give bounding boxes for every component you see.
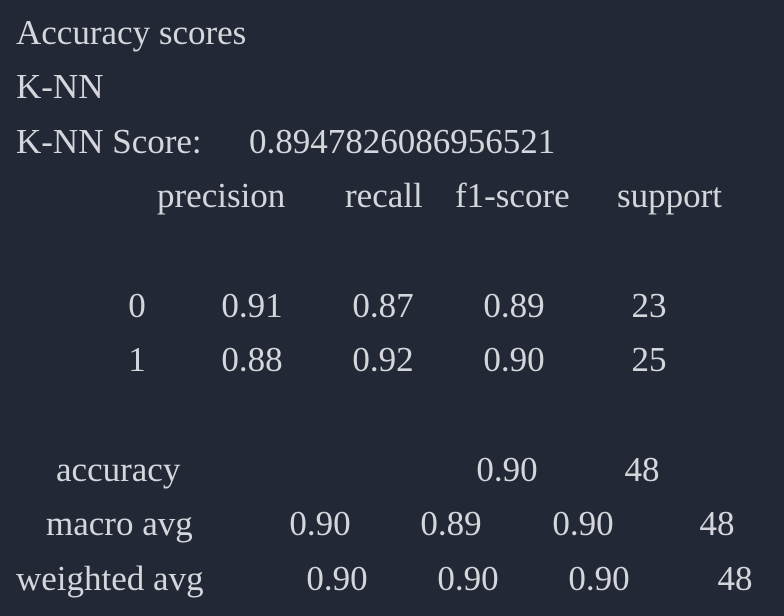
accuracy-f1: 0.90 [476, 450, 538, 489]
row-label-1: 1 [128, 340, 146, 379]
row-0-support: 23 [631, 286, 667, 325]
weighted-avg-label: weighted avg [16, 559, 204, 598]
row-1-support: 25 [631, 340, 667, 379]
macro-avg-precision: 0.90 [289, 504, 351, 543]
model-name: K-NN [16, 67, 104, 106]
macro-avg-f1: 0.90 [552, 504, 614, 543]
accuracy-support: 48 [624, 450, 660, 489]
col-header-recall: recall [345, 176, 423, 215]
weighted-avg-f1: 0.90 [568, 559, 630, 598]
col-header-f1-score: f1-score [455, 176, 570, 215]
notebook-output: Accuracy scores K-NN K-NN Score: 0.89478… [0, 0, 784, 616]
macro-avg-recall: 0.89 [420, 504, 482, 543]
row-1-precision: 0.88 [221, 340, 283, 379]
weighted-avg-support: 48 [717, 559, 753, 598]
row-0-f1: 0.89 [483, 286, 545, 325]
row-label-0: 0 [128, 286, 146, 325]
row-1-f1: 0.90 [483, 340, 545, 379]
weighted-avg-recall: 0.90 [437, 559, 499, 598]
col-header-precision: precision [157, 176, 286, 215]
weighted-avg-precision: 0.90 [306, 559, 368, 598]
row-0-precision: 0.91 [221, 286, 283, 325]
score-label: K-NN Score: [16, 122, 202, 161]
macro-avg-support: 48 [699, 504, 735, 543]
output-heading: Accuracy scores [16, 13, 247, 52]
accuracy-label: accuracy [56, 450, 181, 489]
col-header-support: support [617, 176, 722, 215]
row-1-recall: 0.92 [352, 340, 414, 379]
macro-avg-label: macro avg [46, 504, 193, 543]
row-0-recall: 0.87 [352, 286, 414, 325]
score-value: 0.8947826086956521 [249, 122, 556, 161]
